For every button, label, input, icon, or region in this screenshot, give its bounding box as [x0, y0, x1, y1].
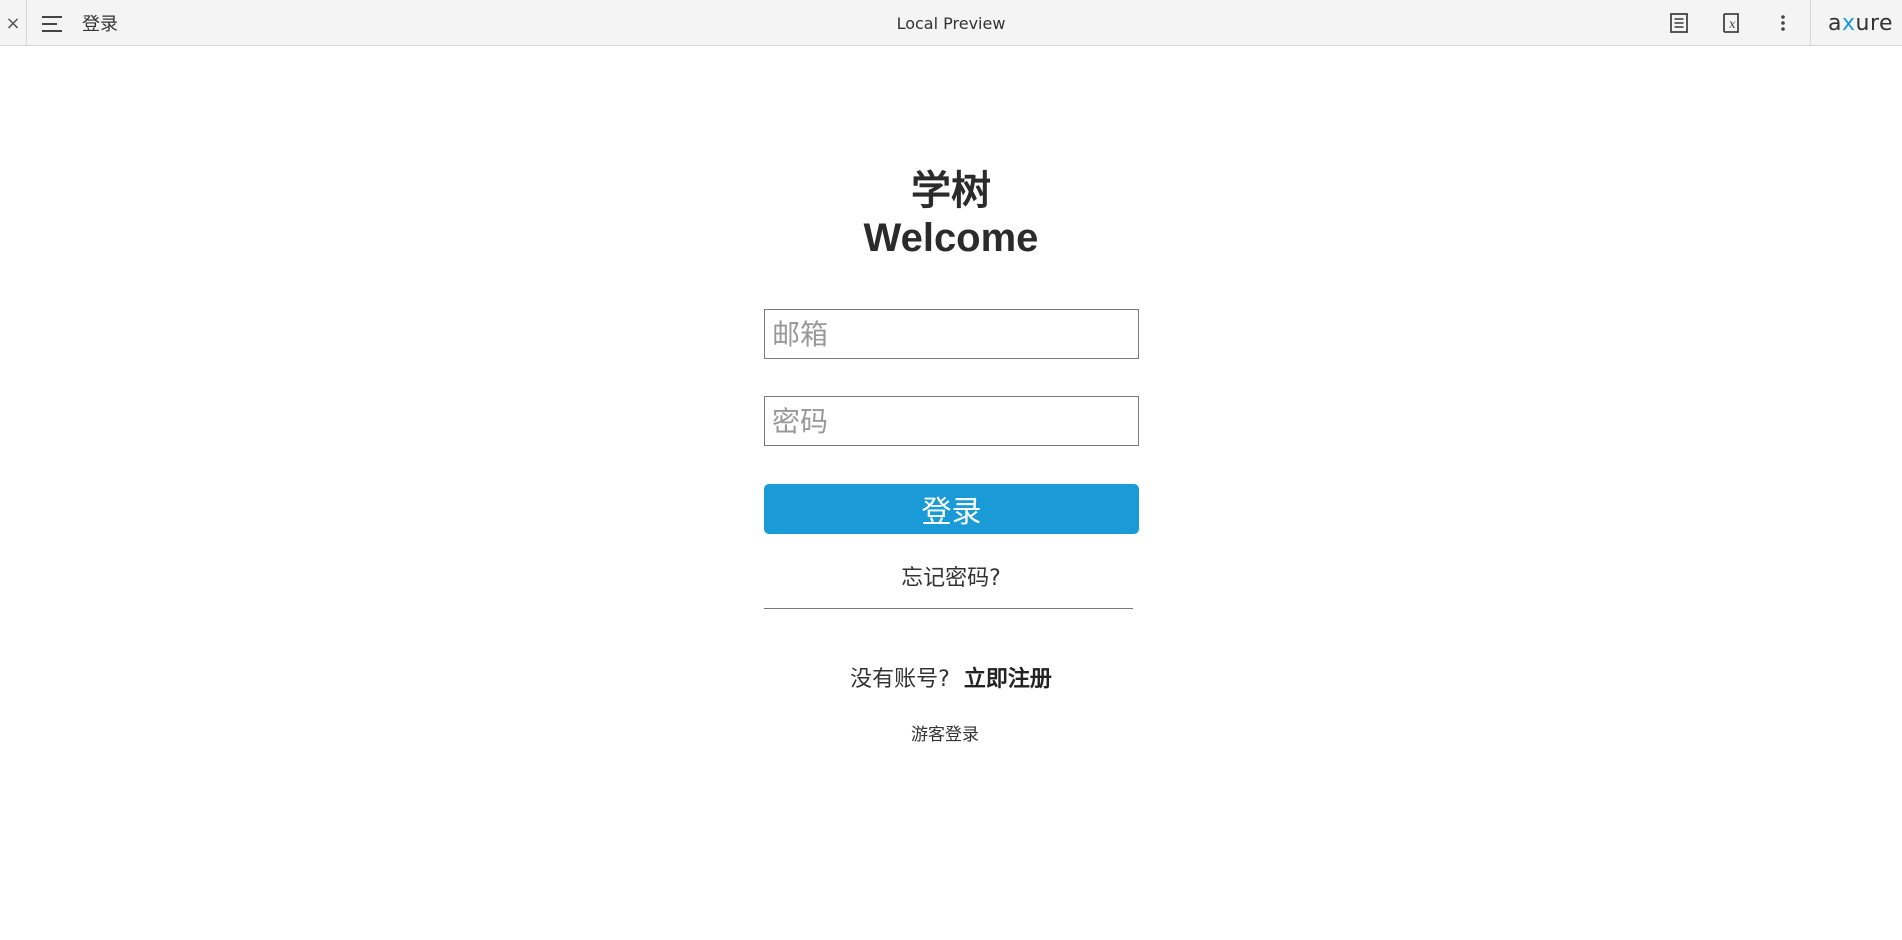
- password-field[interactable]: [764, 396, 1139, 446]
- divider: [764, 608, 1133, 609]
- preview-toolbar: × 登录 Local Preview x a x ure: [0, 0, 1902, 46]
- axure-logo: a x ure: [1828, 10, 1894, 36]
- notes-icon[interactable]: [1667, 11, 1691, 35]
- login-button[interactable]: 登录: [764, 484, 1139, 534]
- svg-text:x: x: [1729, 17, 1736, 31]
- no-account-text: 没有账号?: [850, 667, 950, 692]
- register-row: 没有账号? 立即注册: [751, 661, 1151, 693]
- menu-icon[interactable]: [42, 13, 64, 33]
- register-link[interactable]: 立即注册: [964, 667, 1052, 692]
- welcome-heading: Welcome: [863, 216, 1039, 260]
- preview-title: Local Preview: [896, 13, 1006, 33]
- forgot-password-link[interactable]: 忘记密码?: [801, 560, 1101, 592]
- toolbar-divider: [1810, 0, 1811, 46]
- email-field[interactable]: [764, 309, 1139, 359]
- close-icon[interactable]: ×: [0, 0, 27, 46]
- variables-icon[interactable]: x: [1719, 11, 1743, 35]
- more-vertical-icon[interactable]: [1771, 11, 1795, 35]
- guest-login-link[interactable]: 游客登录: [845, 720, 1045, 745]
- app-title: 学树: [911, 168, 991, 214]
- current-page-name: 登录: [82, 14, 118, 35]
